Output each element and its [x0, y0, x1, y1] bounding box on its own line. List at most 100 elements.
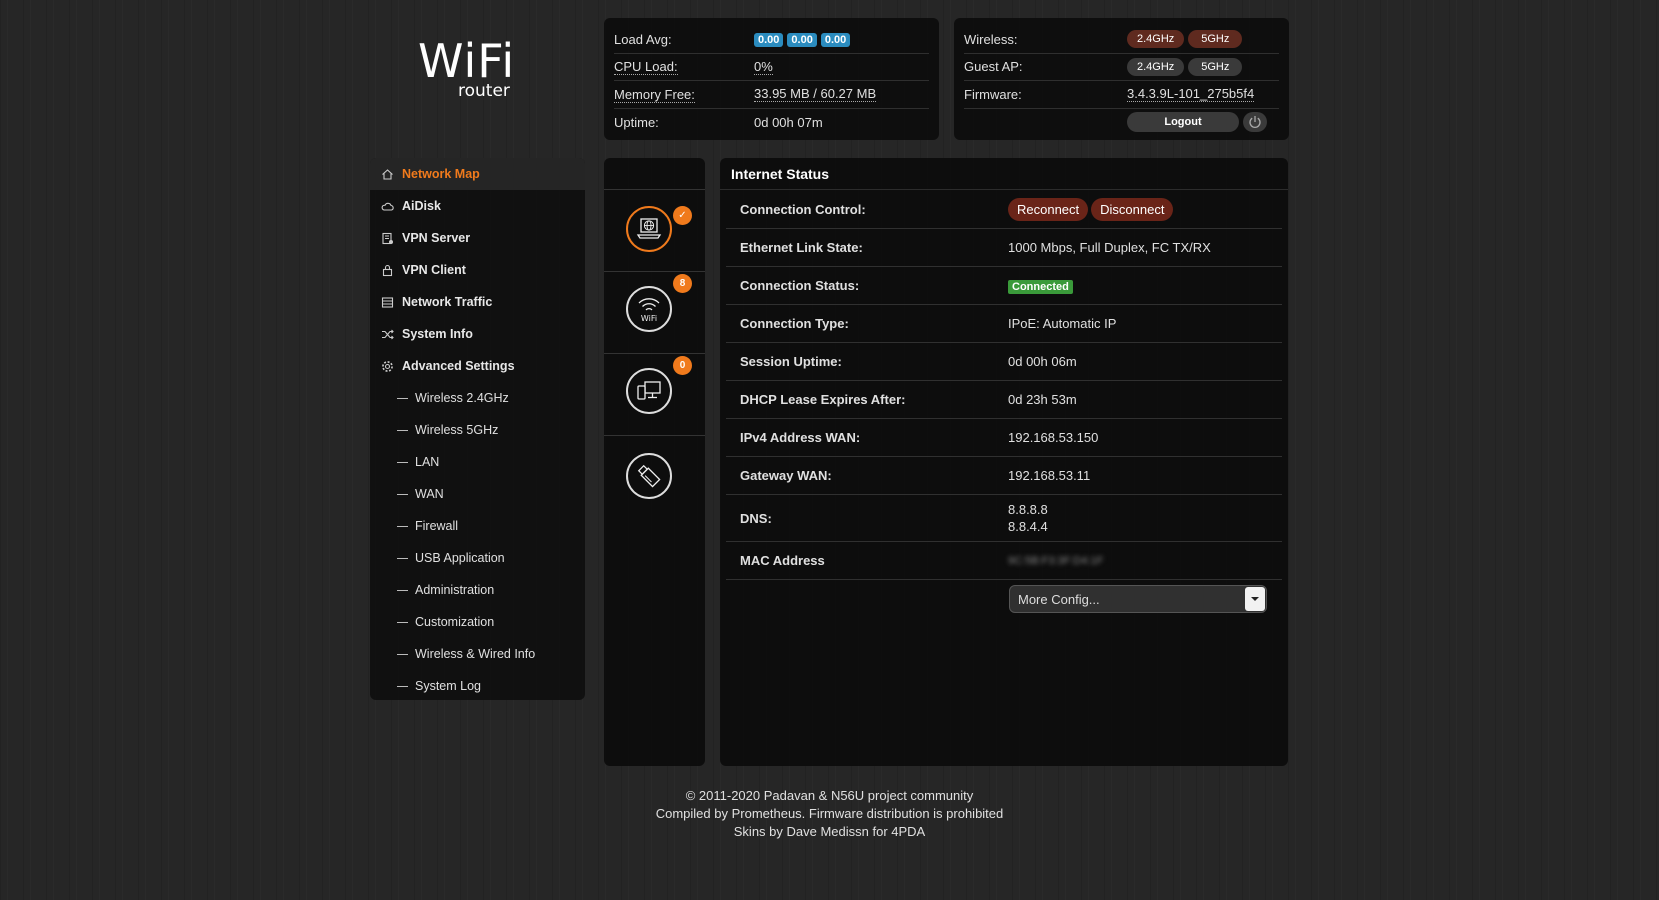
sidebar-subitem-label: Wireless & Wired Info [415, 647, 536, 661]
uptime-label: Uptime: [614, 114, 659, 130]
wifi-icon[interactable]: WiFi [626, 286, 672, 332]
footer-copyright: © 2011-2020 Padavan & N56U project commu… [685, 788, 974, 803]
connection-type-label: Connection Type: [740, 316, 849, 331]
sidebar-subitem-wireless-24ghz[interactable]: Wireless 2.4GHz [370, 382, 585, 414]
wireless-24ghz-pill[interactable]: 2.4GHz [1127, 30, 1185, 49]
sidebar-subitem-firewall[interactable]: Firewall [370, 510, 585, 542]
chevron-down-icon[interactable] [1245, 587, 1265, 611]
sidebar-subitem-label: LAN [415, 455, 440, 469]
clients-status-cell[interactable]: 0 [604, 353, 705, 435]
table-row: Ethernet Link State: 1000 Mbps, Full Dup… [726, 229, 1282, 267]
sidebar-item-label: System Info [402, 327, 473, 341]
footer-compiled: Compiled by Prometheus. Firmware distrib… [655, 806, 1004, 821]
table-row: MAC Address 9C:5B:F3:3F:D4:1F [726, 542, 1282, 580]
sidebar-item-label: AiDisk [402, 199, 441, 213]
logo-router-text: router [458, 81, 510, 101]
load-avg-label: Load Avg: [614, 31, 672, 47]
internet-status-panel: Internet Status Connection Control: Reco… [720, 158, 1288, 766]
sidebar-subitem-customization[interactable]: Customization [370, 606, 585, 638]
guest-ap-label: Guest AP: [964, 59, 1023, 75]
session-uptime-label: Session Uptime: [740, 354, 842, 369]
load-avg-1: 0.00 [754, 33, 784, 48]
sidebar-subitem-usb-application[interactable]: USB Application [370, 542, 585, 574]
dns-secondary: 8.8.4.4 [1008, 519, 1048, 534]
sidebar-subitem-wan[interactable]: WAN [370, 478, 585, 510]
logo-wifi-text: WiFi [418, 34, 516, 88]
ethernet-link-label: Ethernet Link State: [740, 240, 863, 255]
connection-control-label: Connection Control: [740, 202, 866, 217]
table-row: IPv4 Address WAN: 192.168.53.150 [726, 419, 1282, 457]
guest-5ghz-pill[interactable]: 5GHz [1188, 57, 1243, 76]
wifi-security-badge: 8 [673, 274, 692, 293]
sidebar-subitem-label: Customization [415, 615, 495, 629]
page-title: Internet Status [731, 166, 830, 182]
memory-label[interactable]: Memory Free: [614, 86, 754, 103]
sidebar-item-network-map[interactable]: Network Map [370, 158, 585, 190]
wireless-row: Wireless: 2.4GHz 5GHz [964, 26, 1279, 54]
wireless-5ghz-pill[interactable]: 5GHz [1188, 30, 1243, 49]
disconnect-button[interactable]: Disconnect [1091, 198, 1174, 221]
cpu-value[interactable]: 0% [754, 59, 773, 75]
sidebar-item-label: VPN Server [402, 231, 471, 245]
connection-control-buttons: Reconnect Disconnect [1008, 198, 1176, 221]
dhcp-lease-value: 0d 23h 53m [1008, 392, 1077, 407]
logout-row: Logout [964, 109, 1279, 137]
sidebar-item-label: Advanced Settings [402, 359, 515, 373]
wireless-label: Wireless: [964, 31, 1018, 47]
traffic-icon [380, 295, 394, 309]
sidebar-item-network-traffic[interactable]: Network Traffic [370, 286, 585, 318]
sidebar-subitem-system-log[interactable]: System Log [370, 670, 585, 702]
sidebar-subitem-label: System Log [415, 679, 482, 693]
connection-status-label: Connection Status: [740, 278, 860, 293]
table-row: Connection Status: Connected [726, 267, 1282, 305]
power-icon [1249, 116, 1261, 129]
ipv4-wan-label: IPv4 Address WAN: [740, 430, 861, 445]
internet-globe-icon[interactable] [626, 206, 672, 252]
status-badge: Connected [1008, 279, 1073, 294]
sidebar-item-vpn-server[interactable]: VPN Server [370, 222, 585, 254]
table-row: Session Uptime: 0d 00h 06m [726, 343, 1282, 381]
internet-status-cell[interactable]: ✓ [604, 189, 705, 271]
table-row: DHCP Lease Expires After: 0d 23h 53m [726, 381, 1282, 419]
sidebar-item-vpn-client[interactable]: VPN Client [370, 254, 585, 286]
internet-status-table: Connection Control: Reconnect Disconnect … [726, 191, 1282, 580]
footer-skins: Skins by Dave Medissn for 4PDA [733, 824, 926, 839]
gateway-wan-value: 192.168.53.11 [1008, 468, 1091, 483]
sidebar-item-aidisk[interactable]: AiDisk [370, 190, 585, 222]
mac-address-label: MAC Address [740, 553, 825, 568]
memory-value[interactable]: 33.95 MB / 60.27 MB [754, 86, 877, 103]
firmware-value[interactable]: 3.4.3.9L-101_275b5f4 [1127, 86, 1255, 103]
cpu-label[interactable]: CPU Load: [614, 59, 754, 76]
load-avg-row: Load Avg: 0.00 0.00 0.00 [614, 26, 929, 54]
guest-24ghz-pill[interactable]: 2.4GHz [1127, 57, 1185, 76]
guest-ap-row: Guest AP: 2.4GHz 5GHz [964, 54, 1279, 81]
sidebar-item-advanced-settings[interactable]: Advanced Settings [370, 350, 585, 382]
sidebar-subitem-label: WAN [415, 487, 444, 501]
table-row: Connection Control: Reconnect Disconnect [726, 191, 1282, 229]
usb-drive-icon[interactable] [626, 453, 672, 499]
sidebar-subitem-administration[interactable]: Administration [370, 574, 585, 606]
gear-icon [380, 359, 394, 373]
power-button[interactable] [1243, 112, 1267, 133]
reconnect-button[interactable]: Reconnect [1008, 198, 1089, 221]
sidebar-subitem-wireless-wired-info[interactable]: Wireless & Wired Info [370, 638, 585, 670]
clients-devices-icon[interactable] [626, 368, 672, 414]
clients-count-badge: 0 [673, 356, 692, 375]
wireless-status-cell[interactable]: WiFi 8 [604, 271, 705, 353]
logo: WiFi router [418, 38, 538, 108]
sidebar-subitem-label: Administration [415, 583, 495, 597]
sidebar: Network Map AiDisk VPN Server VPN Client… [370, 158, 585, 700]
sidebar-subitem-wireless-5ghz[interactable]: Wireless 5GHz [370, 414, 585, 446]
logout-button[interactable]: Logout [1127, 112, 1239, 133]
ipv4-wan-value: 192.168.53.150 [1008, 430, 1099, 445]
sidebar-subitem-lan[interactable]: LAN [370, 446, 585, 478]
load-avg-15: 0.00 [820, 33, 851, 48]
vpn-server-icon [380, 231, 394, 245]
sidebar-item-system-info[interactable]: System Info [370, 318, 585, 350]
more-config-select[interactable]: More Config... [1009, 585, 1267, 613]
memory-row: Memory Free: 33.95 MB / 60.27 MB [614, 81, 929, 109]
uptime-value: 0d 00h 07m [754, 114, 823, 130]
dns-label: DNS: [740, 510, 772, 526]
table-row: DNS: 8.8.8.8 8.8.4.4 [726, 495, 1282, 542]
usb-status-cell[interactable] [604, 435, 705, 517]
